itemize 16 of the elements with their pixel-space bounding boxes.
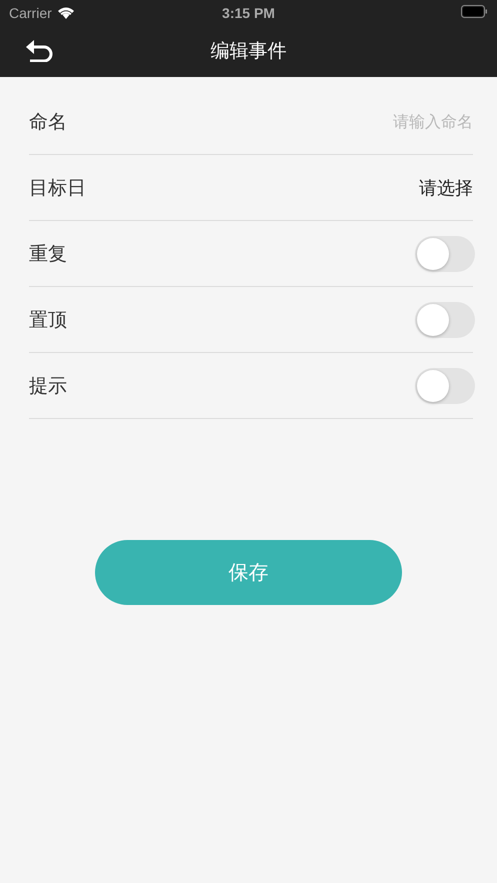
- row-label: 置顶: [29, 308, 67, 332]
- row-label: 目标日: [29, 176, 86, 200]
- name-field[interactable]: 请输入命名: [273, 112, 473, 131]
- toggle-switch[interactable]: [415, 368, 475, 404]
- row-label: 命名: [29, 110, 67, 134]
- row-label: 重复: [29, 242, 67, 266]
- toggle-switch[interactable]: [415, 302, 475, 338]
- screen-title: 编辑事件: [210, 39, 286, 64]
- battery-icon: [461, 5, 488, 18]
- row-label: 提示: [29, 374, 67, 398]
- toggle-switch[interactable]: [415, 236, 475, 272]
- status-time: 3:15 PM: [222, 4, 275, 20]
- back-icon[interactable]: [25, 40, 53, 62]
- wifi-icon: [56, 6, 75, 19]
- carrier-name: Carrier: [9, 4, 52, 20]
- date-picker[interactable]: 请选择: [419, 176, 473, 200]
